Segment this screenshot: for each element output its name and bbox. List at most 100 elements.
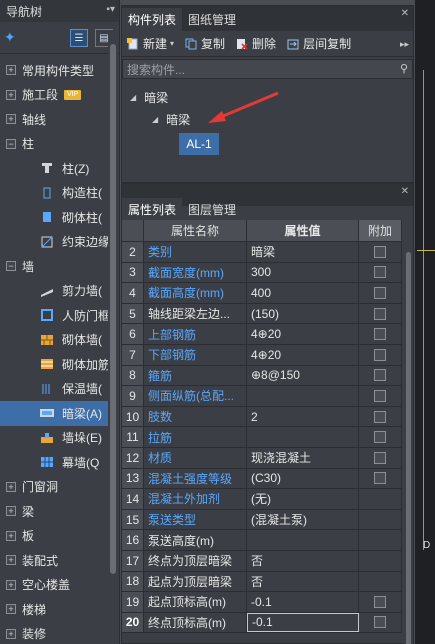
expand-toggle-icon[interactable]: + — [6, 506, 16, 517]
nav-item[interactable]: + 轴线 — [0, 107, 108, 132]
extra-cell[interactable] — [359, 468, 402, 489]
property-value[interactable]: 否 — [247, 550, 359, 571]
property-row[interactable]: 8 箍筋 ⊕8@150 — [122, 365, 402, 387]
component-search-input[interactable]: 搜索构件... ⚲ — [122, 59, 413, 79]
list-view-button[interactable]: ☰ — [70, 29, 88, 47]
tab-layer-management[interactable]: 图层管理 — [182, 198, 242, 220]
property-value[interactable]: -0.1 — [247, 612, 359, 633]
nav-subitem[interactable]: 构造柱( — [0, 181, 108, 206]
nav-item-wall[interactable]: − 墙 — [0, 254, 108, 279]
extra-cell[interactable] — [359, 365, 402, 386]
extra-checkbox[interactable] — [374, 410, 386, 423]
property-value[interactable]: (C30) — [247, 468, 359, 489]
property-value[interactable]: -0.1 — [247, 592, 359, 612]
property-value[interactable]: (150) — [247, 303, 359, 324]
extra-checkbox[interactable] — [374, 389, 386, 402]
property-row[interactable]: 4 截面高度(mm) 400 — [122, 283, 402, 304]
expand-toggle-icon[interactable]: − — [6, 138, 16, 149]
extra-checkbox[interactable] — [374, 348, 386, 361]
expand-toggle-icon[interactable]: + — [6, 579, 16, 590]
extra-checkbox[interactable] — [374, 328, 386, 341]
nav-subitem[interactable]: 柱(Z) — [0, 156, 108, 181]
tab-property-list[interactable]: 属性列表 — [122, 198, 183, 220]
expand-toggle-icon[interactable]: + — [6, 89, 16, 100]
extra-checkbox[interactable] — [374, 369, 386, 382]
property-row[interactable]: 9 侧面纵筋(总配... — [122, 386, 402, 407]
property-row[interactable]: 13 混凝土强度等级 (C30) — [122, 468, 402, 490]
property-row[interactable]: 20 终点顶标高(m) -0.1 — [122, 612, 402, 634]
property-row[interactable]: 15 泵送类型 (混凝土泵) — [122, 509, 402, 531]
property-value[interactable] — [247, 530, 359, 550]
nav-subitem[interactable]: 约束边缘 — [0, 230, 108, 255]
property-row[interactable]: 2 类别 暗梁 — [122, 242, 402, 263]
expand-toggle-icon[interactable]: + — [6, 114, 16, 125]
property-value[interactable] — [247, 386, 359, 406]
property-row[interactable]: 6 上部钢筋 4⊕20 — [122, 324, 402, 345]
nav-scroll-thumb[interactable] — [110, 44, 116, 574]
nav-subitem[interactable]: 砌体加筋 — [0, 352, 108, 377]
nav-subitem[interactable]: 砌体柱( — [0, 205, 108, 230]
property-row[interactable]: 19 起点顶标高(m) -0.1 — [122, 592, 402, 613]
drawing-canvas-edge[interactable]: D — [415, 0, 435, 644]
collapse-triangle-icon[interactable]: ◢ — [130, 93, 136, 102]
tree-child-node[interactable]: ◢ 暗梁 — [152, 111, 190, 128]
property-row[interactable]: 16 泵送高度(m) — [122, 530, 402, 551]
extra-cell[interactable] — [359, 303, 402, 324]
property-row[interactable]: 10 肢数 2 — [122, 406, 402, 428]
extra-cell[interactable] — [359, 427, 402, 447]
close-icon[interactable]: ✕ — [401, 8, 409, 19]
extra-checkbox[interactable] — [374, 431, 386, 444]
extra-cell[interactable] — [359, 612, 402, 633]
expand-toggle-icon[interactable]: + — [6, 530, 16, 541]
property-value[interactable]: (无) — [247, 489, 359, 509]
nav-subitem[interactable]: 暗梁(A) — [0, 401, 108, 426]
tab-component-list[interactable]: 构件列表 — [122, 8, 183, 31]
extra-checkbox[interactable] — [374, 286, 386, 299]
extra-cell[interactable] — [359, 406, 402, 427]
property-row[interactable]: 14 混凝土外加剂 (无) — [122, 489, 402, 510]
nav-item[interactable]: + 常用构件类型 — [0, 58, 108, 83]
extra-cell[interactable] — [359, 262, 402, 283]
extra-checkbox[interactable] — [374, 616, 386, 629]
nav-item[interactable]: + 门窗洞 — [0, 475, 108, 500]
nav-subitem[interactable]: 墙垛(E) — [0, 426, 108, 451]
nav-item[interactable]: + 板 — [0, 524, 108, 549]
sparkle-icon[interactable]: ✦ — [4, 29, 16, 46]
nav-item[interactable]: + 装修 — [0, 622, 108, 644]
extra-cell[interactable] — [359, 344, 402, 365]
property-value[interactable]: (混凝土泵) — [247, 509, 359, 530]
floor-copy-button[interactable]: 层间复制 — [286, 35, 351, 52]
extra-checkbox[interactable] — [374, 266, 386, 279]
nav-item[interactable]: + 空心楼盖 — [0, 573, 108, 598]
nav-subitem[interactable]: 幕墙(Q — [0, 450, 108, 475]
collapse-triangle-icon[interactable]: ◢ — [152, 115, 158, 124]
extra-checkbox[interactable] — [374, 307, 386, 320]
property-row[interactable]: 3 截面宽度(mm) 300 — [122, 262, 402, 284]
properties-scroll-thumb[interactable] — [406, 252, 411, 644]
property-value[interactable]: 4⊕20 — [247, 344, 359, 365]
extra-cell[interactable] — [359, 447, 402, 468]
property-value[interactable]: ⊕8@150 — [247, 365, 359, 386]
more-tools-icon[interactable]: ▸▸ — [400, 39, 409, 50]
property-value[interactable]: 现浇混凝土 — [247, 447, 359, 468]
property-value[interactable]: 否 — [247, 571, 359, 592]
extra-cell[interactable] — [359, 242, 402, 262]
nav-subitem[interactable]: 人防门框 — [0, 303, 108, 328]
nav-item[interactable]: + 楼梯 — [0, 597, 108, 622]
component-item-al1[interactable]: AL-1 — [179, 133, 219, 155]
expand-toggle-icon[interactable]: + — [6, 481, 16, 492]
expand-toggle-icon[interactable]: − — [6, 261, 16, 272]
property-value[interactable]: 4⊕20 — [247, 324, 359, 344]
expand-toggle-icon[interactable]: + — [6, 628, 16, 639]
nav-subitem[interactable]: 保温墙( — [0, 377, 108, 402]
property-value[interactable]: 2 — [247, 406, 359, 427]
new-button[interactable]: 新建 ▾ — [126, 35, 174, 52]
property-row[interactable]: 12 材质 现浇混凝土 — [122, 447, 402, 469]
extra-checkbox[interactable] — [374, 245, 386, 258]
extra-cell[interactable] — [359, 592, 402, 612]
property-row[interactable]: 18 起点为顶层暗梁否 — [122, 571, 402, 593]
expand-toggle-icon[interactable]: + — [6, 65, 16, 76]
extra-cell[interactable] — [359, 386, 402, 406]
property-value[interactable]: 400 — [247, 283, 359, 303]
nav-subitem[interactable]: 砌体墙( — [0, 328, 108, 353]
